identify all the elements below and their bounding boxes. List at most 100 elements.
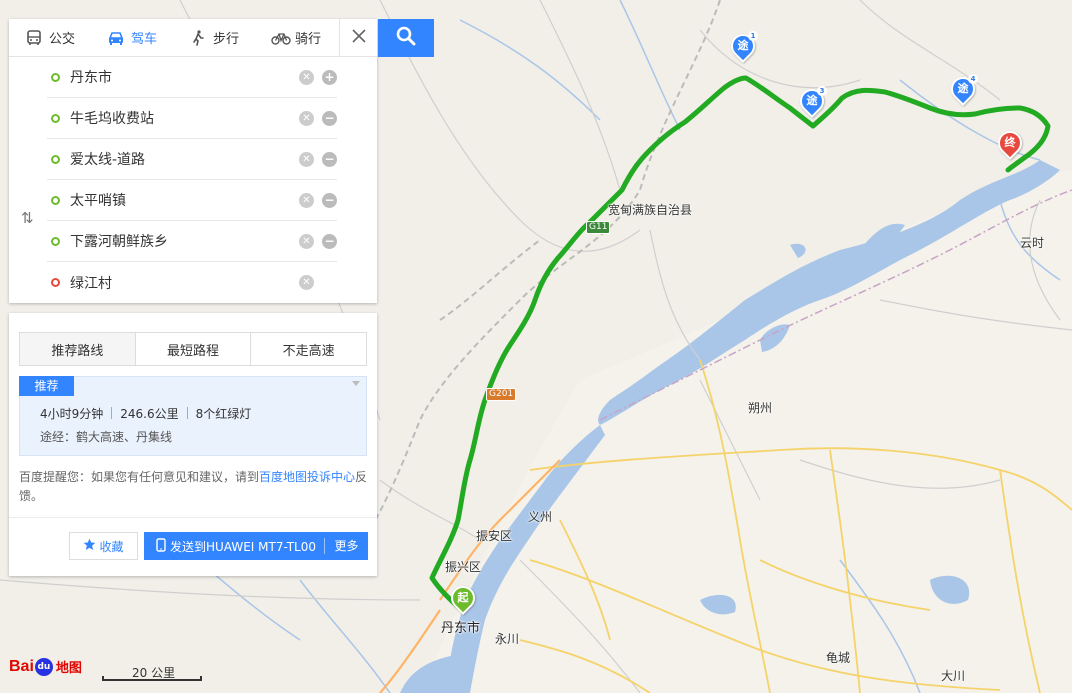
map-label-guicheng: 龟城 [826, 651, 851, 665]
send-to-phone-button[interactable]: 发送到HUAWEI MT7-TL00 更多 [144, 532, 368, 560]
divider [9, 517, 377, 518]
map-label-kuandian: 宽甸满族自治县 [608, 203, 693, 217]
waypoint-name[interactable]: 爱太线-道路 [70, 149, 299, 169]
clear-icon[interactable]: ✕ [299, 151, 314, 167]
map-label-dachuan: 大川 [941, 669, 966, 683]
via-marker-badge: 3 [817, 86, 827, 96]
waypoint-name[interactable]: 绿江村 [70, 273, 299, 293]
logo-map-text: 地图 [55, 661, 82, 676]
route-result-panel: 推荐路线 最短路程 不走高速 推荐 4小时9分钟 246.6公里 8个红绿灯 途… [9, 313, 377, 576]
favorite-button[interactable]: 收藏 [69, 532, 138, 560]
map-label-zhenxing: 振兴区 [445, 560, 482, 574]
route-option-tabs: 推荐路线 最短路程 不走高速 [19, 332, 367, 366]
waypoint-name[interactable]: 丹东市 [70, 67, 299, 87]
tab-shortest-route[interactable]: 最短路程 [135, 333, 252, 365]
waypoint-dot [51, 195, 60, 205]
paw-icon: du [34, 657, 53, 676]
walk-icon [189, 29, 207, 46]
end-marker-text: 终 [1004, 136, 1016, 149]
via-marker-1[interactable]: 途 1 [726, 29, 760, 66]
clear-icon[interactable]: ✕ [299, 192, 314, 208]
send-label: 发送到HUAWEI MT7-TL00 [170, 539, 316, 554]
waypoint-row[interactable]: 太平哨镇 ✕ − [47, 180, 337, 221]
start-marker[interactable]: 起 [446, 581, 480, 618]
route-duration: 4小时9分钟 [40, 407, 104, 421]
via-marker-3[interactable]: 途 3 [795, 84, 829, 121]
favorite-label: 收藏 [99, 539, 124, 554]
waypoint-name[interactable]: 下露河朝鲜族乡 [70, 231, 299, 251]
tab-recommended-route[interactable]: 推荐路线 [20, 333, 136, 365]
divider [111, 407, 113, 419]
waypoint-dot [51, 113, 60, 123]
map-label-shuozhou: 朔州 [748, 401, 773, 415]
route-summary-card[interactable]: 推荐 4小时9分钟 246.6公里 8个红绿灯 途经：鹤大高速、丹集线 [19, 376, 367, 456]
via-marker-badge: 4 [968, 74, 978, 84]
waypoint-row[interactable]: 牛毛坞收费站 ✕ − [47, 98, 337, 139]
waypoint-row[interactable]: 下露河朝鲜族乡 ✕ − [47, 221, 337, 262]
remove-waypoint-icon[interactable]: − [322, 233, 337, 249]
tab-drive[interactable]: 驾车 [91, 19, 173, 57]
via-marker-4[interactable]: 途 4 [946, 72, 980, 109]
tab-drive-label: 驾车 [130, 32, 157, 47]
road-shield-g201: G201 [486, 388, 517, 401]
end-marker[interactable]: 终 [993, 126, 1027, 163]
tab-bike-label: 骑行 [294, 32, 321, 47]
map-label-dandong: 丹东市 [441, 621, 481, 636]
route-input-panel: 公交 驾车 步行 骑行 ⇅ 丹东市 ✕ + 牛毛坞收费站 ✕ − 爱太线-道路 … [9, 18, 377, 303]
route-traffic-lights: 8个红绿灯 [195, 407, 252, 421]
more-button[interactable]: 更多 [324, 538, 368, 554]
tip-prefix: 百度提醒您：如果您有任何意见和建议，请到 [19, 470, 260, 484]
complaint-center-link[interactable]: 百度地图投诉中心 [259, 470, 355, 484]
remove-waypoint-icon[interactable]: − [322, 110, 337, 126]
search-icon [396, 26, 416, 50]
road-shield-g11: G11 [586, 221, 611, 234]
divider [186, 407, 188, 419]
tab-walk-label: 步行 [212, 32, 239, 47]
swap-icon[interactable]: ⇅ [21, 209, 34, 227]
close-icon [351, 28, 367, 48]
phone-icon [156, 537, 166, 555]
waypoint-name[interactable]: 太平哨镇 [70, 190, 299, 210]
tab-no-highway[interactable]: 不走高速 [251, 333, 367, 365]
route-stats: 4小时9分钟 246.6公里 8个红绿灯 [40, 405, 251, 422]
tab-bus[interactable]: 公交 [9, 19, 91, 57]
waypoint-dot [51, 236, 60, 246]
add-waypoint-icon[interactable]: + [322, 69, 337, 85]
route-badge: 推荐 [19, 376, 74, 396]
logo-bai: Bai [9, 657, 34, 675]
star-icon [83, 538, 96, 554]
via-marker-badge: 1 [748, 31, 758, 41]
search-button[interactable] [378, 19, 434, 57]
tab-bus-label: 公交 [48, 32, 75, 47]
scale-line [102, 676, 202, 681]
close-button[interactable] [339, 18, 377, 57]
tab-walk[interactable]: 步行 [173, 19, 255, 57]
transport-mode-bar: 公交 驾车 步行 骑行 [9, 18, 377, 57]
send-main[interactable]: 发送到HUAWEI MT7-TL00 [144, 537, 324, 555]
waypoint-row[interactable]: 爱太线-道路 ✕ − [47, 139, 337, 180]
remove-waypoint-icon[interactable]: − [322, 151, 337, 167]
scale-bar: 20 公里 [102, 666, 202, 683]
map-label-zhenan: 振安区 [476, 529, 513, 543]
clear-icon[interactable]: ✕ [299, 275, 314, 290]
start-marker-text: 起 [457, 591, 469, 604]
waypoint-row-end[interactable]: 绿江村 ✕ [47, 262, 337, 303]
waypoint-dot [51, 154, 60, 164]
waypoint-row-start[interactable]: 丹东市 ✕ + [47, 57, 337, 98]
remove-waypoint-icon[interactable]: − [322, 192, 337, 208]
waypoint-name[interactable]: 牛毛坞收费站 [70, 108, 299, 128]
route-distance: 246.6公里 [120, 407, 179, 421]
baidu-map-logo[interactable]: Bai du 地图 [9, 657, 82, 676]
waypoint-dot-end [51, 278, 60, 287]
map-label-yunshi: 云时 [1020, 236, 1045, 250]
clear-icon[interactable]: ✕ [299, 110, 314, 126]
chevron-down-icon[interactable] [352, 381, 360, 386]
car-icon [107, 30, 125, 46]
feedback-tip: 百度提醒您：如果您有任何意见和建议，请到百度地图投诉中心反馈。 [19, 468, 369, 506]
clear-icon[interactable]: ✕ [299, 69, 314, 85]
map-label-yizhou: 义州 [528, 510, 553, 524]
tab-bike[interactable]: 骑行 [255, 19, 337, 57]
clear-icon[interactable]: ✕ [299, 233, 314, 249]
bike-icon [271, 30, 291, 46]
waypoint-dot [51, 72, 60, 82]
